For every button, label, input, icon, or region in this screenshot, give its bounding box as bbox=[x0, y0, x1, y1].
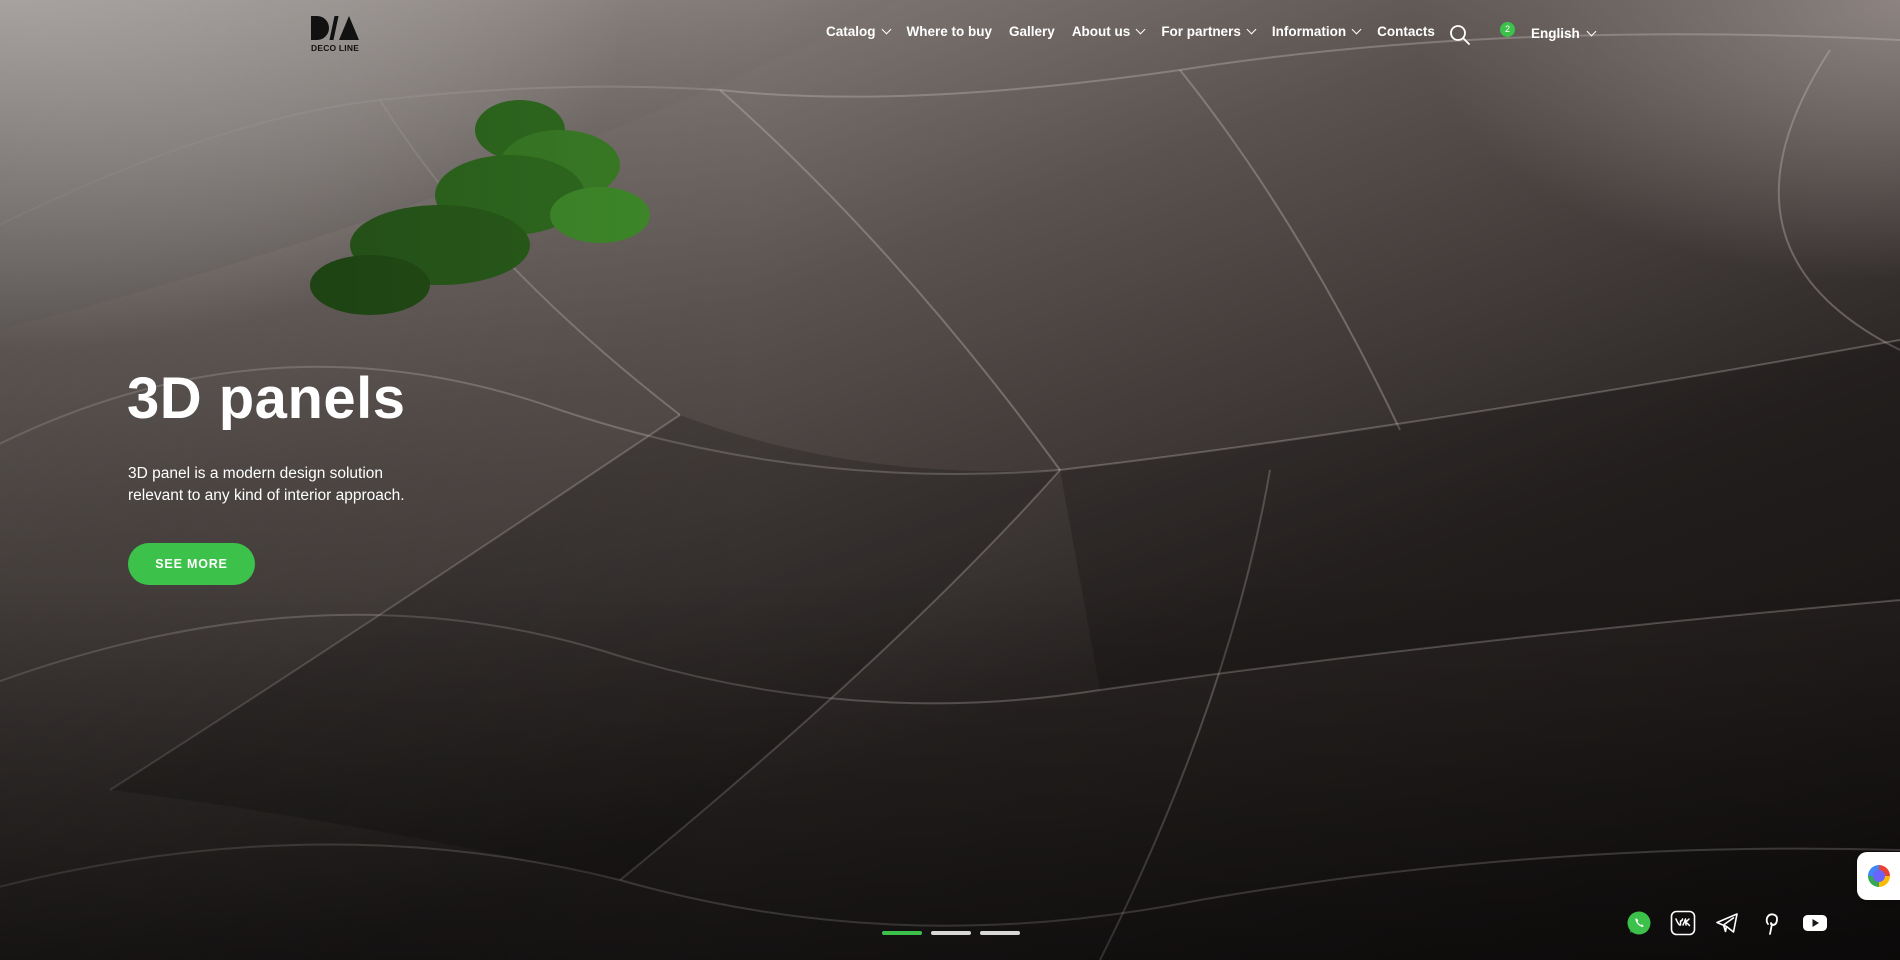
hero-title: 3D panels bbox=[127, 366, 406, 431]
nav-item-label: About us bbox=[1071, 24, 1131, 39]
main-nav: Catalog Where to buy Gallery About us Fo… bbox=[826, 24, 1452, 39]
nav-item-label: Gallery bbox=[1009, 24, 1055, 39]
nav-item-about-us[interactable]: About us bbox=[1071, 24, 1146, 39]
nav-item-label: Information bbox=[1271, 24, 1347, 39]
logo-text: DECO LINE bbox=[311, 43, 360, 53]
chevron-down-icon bbox=[1135, 24, 1146, 35]
hero-description-line: 3D panel is a modern design solution bbox=[128, 465, 384, 482]
search-icon[interactable] bbox=[1449, 24, 1471, 46]
chevron-down-icon bbox=[1246, 24, 1257, 35]
slider-dot-1[interactable] bbox=[882, 931, 922, 935]
nav-item-label: For partners bbox=[1161, 24, 1241, 39]
nav-item-label: Contacts bbox=[1377, 24, 1435, 39]
nav-item-information[interactable]: Information bbox=[1271, 24, 1362, 39]
whatsapp-icon[interactable] bbox=[1626, 910, 1652, 936]
slider-dot-2[interactable] bbox=[931, 931, 971, 935]
nav-item-contacts[interactable]: Contacts bbox=[1377, 24, 1435, 39]
chevron-down-icon bbox=[881, 24, 891, 35]
nav-item-catalog[interactable]: Catalog bbox=[826, 24, 891, 39]
see-more-button[interactable]: SEE MORE bbox=[128, 543, 255, 585]
hero-description: 3D panel is a modern design solution rel… bbox=[128, 463, 428, 507]
pinterest-icon[interactable] bbox=[1758, 910, 1784, 936]
hero-description-line: relevant to any kind of interior approac… bbox=[128, 487, 405, 504]
youtube-icon[interactable] bbox=[1802, 910, 1828, 936]
cart-count-badge[interactable]: 2 bbox=[1500, 22, 1515, 37]
chevron-down-icon bbox=[1351, 24, 1362, 35]
logo-mark bbox=[311, 16, 361, 40]
nav-item-gallery[interactable]: Gallery bbox=[1009, 24, 1055, 39]
telegram-icon[interactable] bbox=[1714, 910, 1740, 936]
chat-widget-icon bbox=[1867, 865, 1890, 887]
chat-widget-button[interactable] bbox=[1857, 852, 1900, 900]
language-label: English bbox=[1531, 26, 1580, 41]
brand-logo[interactable]: DECO LINE bbox=[311, 16, 361, 58]
slider-pagination bbox=[882, 931, 1020, 935]
nav-item-label: Where to buy bbox=[906, 24, 993, 39]
social-links bbox=[1626, 910, 1828, 936]
nav-item-label: Catalog bbox=[826, 24, 876, 39]
chevron-down-icon bbox=[1586, 26, 1597, 37]
slider-dot-3[interactable] bbox=[980, 931, 1020, 935]
nav-item-where-to-buy[interactable]: Where to buy bbox=[907, 24, 993, 39]
language-selector[interactable]: English bbox=[1531, 26, 1597, 41]
vk-icon[interactable] bbox=[1670, 910, 1696, 936]
nav-item-for-partners[interactable]: For partners bbox=[1161, 24, 1257, 39]
